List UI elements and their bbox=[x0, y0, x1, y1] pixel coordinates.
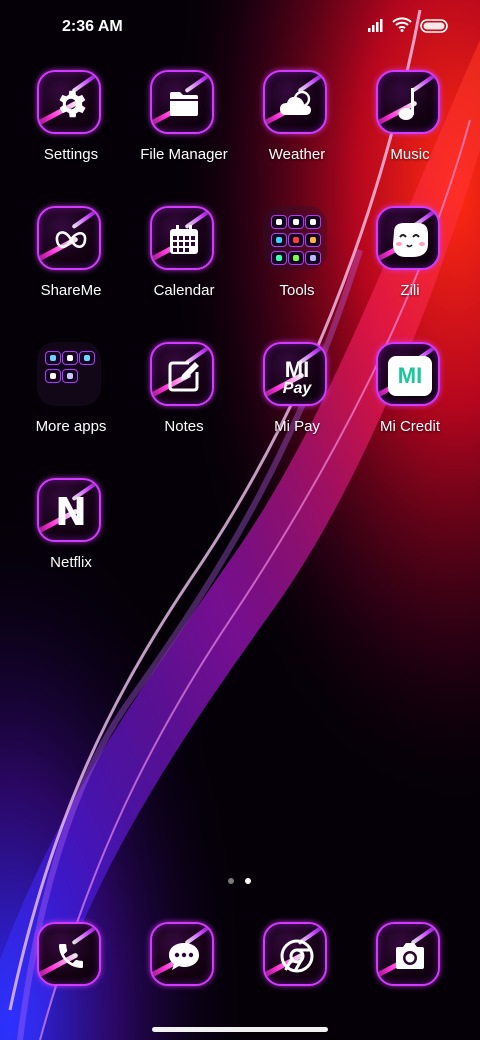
app-label: Notes bbox=[164, 418, 204, 435]
netflix-icon: N bbox=[39, 480, 99, 540]
folder-grid-icon bbox=[37, 342, 101, 406]
app-music[interactable]: Music bbox=[353, 70, 467, 188]
battery-icon bbox=[420, 19, 448, 33]
page-indicator bbox=[228, 878, 258, 888]
mi-pay-logo-bottom: Pay bbox=[282, 380, 312, 397]
app-label: More apps bbox=[35, 418, 107, 435]
signal-icon bbox=[368, 19, 383, 32]
app-notes[interactable]: Notes bbox=[127, 342, 241, 460]
dock-messages[interactable] bbox=[127, 922, 241, 988]
page-dot-active[interactable] bbox=[245, 878, 251, 884]
mi-credit-logo: MI bbox=[397, 363, 423, 388]
mi-pay-icon: MI Pay bbox=[265, 344, 325, 404]
cloud-icon bbox=[280, 90, 311, 115]
app-zili[interactable]: Zili bbox=[353, 206, 467, 324]
app-shareme[interactable]: ShareMe bbox=[14, 206, 128, 324]
app-mi-credit[interactable]: MI Mi Credit bbox=[353, 342, 467, 460]
chrome-icon bbox=[280, 939, 314, 973]
mi-credit-icon: MI bbox=[378, 344, 438, 404]
app-label: Mi Pay bbox=[274, 418, 320, 435]
app-label: Netflix bbox=[50, 554, 92, 571]
app-label: Mi Credit bbox=[379, 418, 440, 435]
wifi-icon bbox=[392, 17, 412, 32]
app-label: File Manager bbox=[140, 146, 228, 163]
phone-icon bbox=[59, 944, 83, 968]
folder-icon bbox=[170, 92, 198, 116]
app-icon bbox=[263, 70, 327, 134]
app-label: Music bbox=[390, 146, 430, 163]
camera-icon bbox=[396, 943, 424, 969]
dock-phone[interactable] bbox=[14, 922, 128, 988]
page-dot[interactable] bbox=[228, 878, 234, 884]
app-label: Settings bbox=[43, 146, 99, 163]
app-icon bbox=[376, 70, 440, 134]
dock-chrome[interactable] bbox=[240, 922, 354, 988]
app-icon: MI bbox=[376, 342, 440, 406]
app-icon: N bbox=[37, 478, 101, 542]
app-icon bbox=[37, 70, 101, 134]
messages-icon bbox=[169, 943, 199, 970]
app-file-manager[interactable]: File Manager bbox=[127, 70, 241, 188]
app-label: Calendar bbox=[153, 282, 215, 299]
app-icon bbox=[150, 206, 214, 270]
app-weather[interactable]: Weather bbox=[240, 70, 354, 188]
app-icon bbox=[37, 206, 101, 270]
app-calendar[interactable]: Calendar bbox=[127, 206, 241, 324]
folder-grid-icon bbox=[263, 206, 327, 270]
app-label: ShareMe bbox=[40, 282, 102, 299]
app-icon: MI Pay bbox=[263, 342, 327, 406]
music-note-icon bbox=[398, 88, 414, 120]
app-icon bbox=[37, 922, 101, 986]
app-icon bbox=[150, 70, 214, 134]
app-icon bbox=[263, 922, 327, 986]
dock-camera[interactable] bbox=[353, 922, 467, 988]
netflix-logo: N bbox=[55, 490, 87, 534]
app-label: Tools bbox=[279, 282, 315, 299]
mi-pay-logo-top: MI bbox=[284, 357, 310, 382]
status-time: 2:36 AM bbox=[62, 18, 123, 35]
pencil-note-icon bbox=[168, 361, 199, 392]
app-icon bbox=[376, 206, 440, 270]
face-icon bbox=[393, 223, 428, 257]
status-icons bbox=[368, 17, 450, 38]
folder-tools[interactable]: Tools bbox=[240, 206, 354, 324]
status-bar: 2:36 AM bbox=[0, 0, 480, 56]
app-icon bbox=[150, 922, 214, 986]
infinity-icon bbox=[55, 231, 87, 249]
app-mi-pay[interactable]: MI Pay Mi Pay bbox=[240, 342, 354, 460]
home-gesture-bar[interactable] bbox=[152, 1027, 328, 1032]
gear-icon bbox=[59, 90, 86, 118]
app-label: Zili bbox=[400, 282, 420, 299]
folder-more-apps[interactable]: More apps bbox=[14, 342, 128, 460]
app-icon bbox=[150, 342, 214, 406]
calendar-icon bbox=[170, 225, 198, 254]
app-netflix[interactable]: N Netflix bbox=[14, 478, 128, 596]
app-settings[interactable]: Settings bbox=[14, 70, 128, 188]
app-label: Weather bbox=[268, 146, 326, 163]
app-icon bbox=[376, 922, 440, 986]
